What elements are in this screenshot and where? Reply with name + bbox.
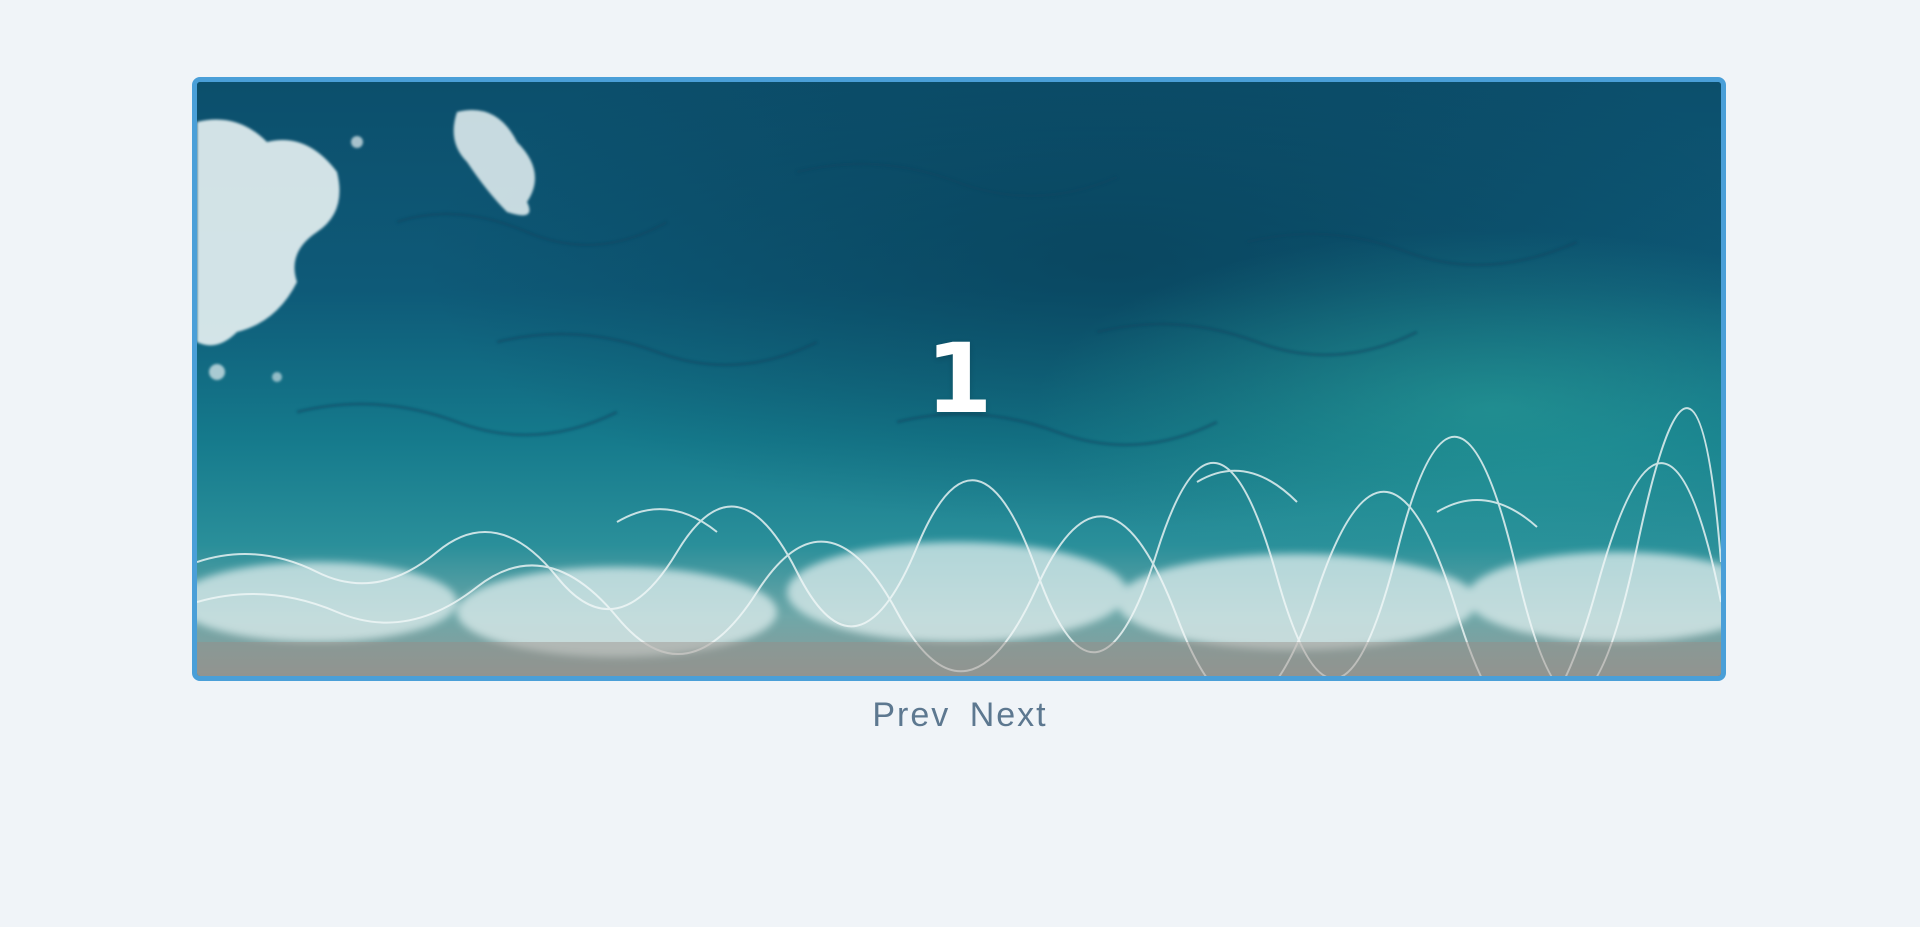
next-button[interactable]: Next [966, 696, 1052, 735]
slide-number: 1 [925, 323, 993, 435]
page: 1 Prev Next [0, 0, 1920, 927]
prev-button[interactable]: Prev [868, 696, 954, 735]
carousel-controls: Prev Next [0, 696, 1920, 735]
carousel: 1 [192, 77, 1726, 681]
carousel-slide: 1 [197, 82, 1721, 676]
